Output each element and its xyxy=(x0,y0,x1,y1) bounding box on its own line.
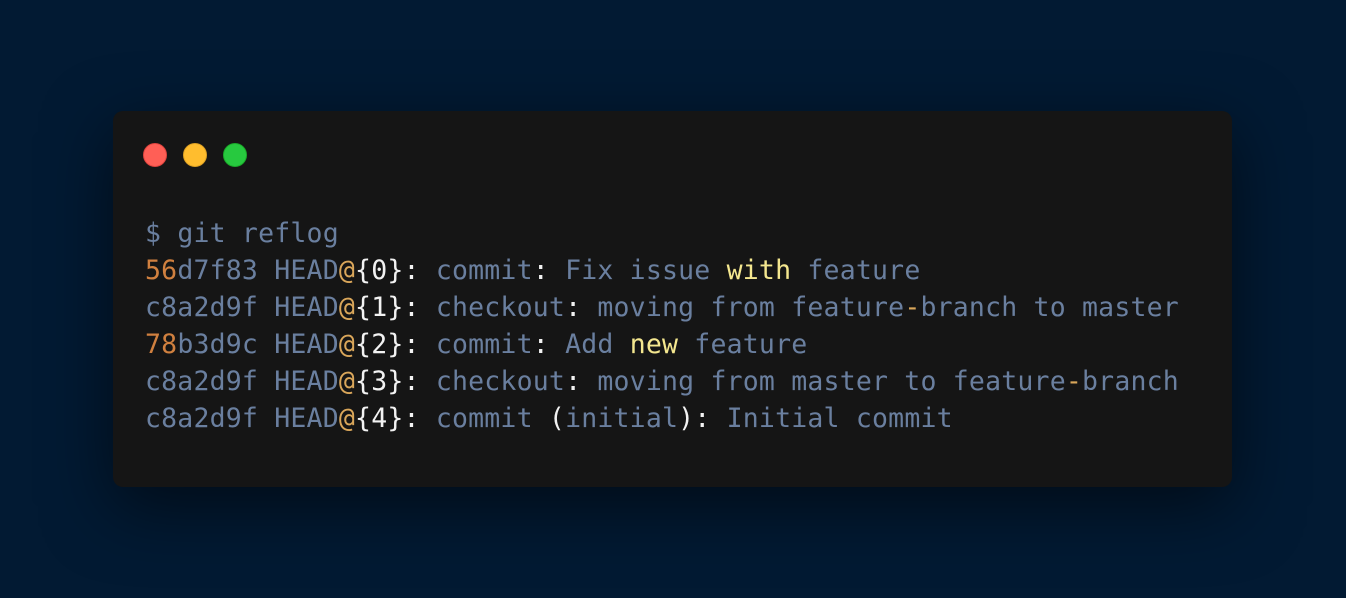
terminal-output: $ git reflog 56d7f83 HEAD@{0}: commit: Fi… xyxy=(145,215,1179,437)
message-keyword: new xyxy=(629,329,679,360)
message-part: Add xyxy=(565,329,630,360)
ref-index-value: 0 xyxy=(371,255,388,286)
action: commit xyxy=(435,329,533,360)
message-part: branch xyxy=(1082,366,1179,397)
reflog-entry: 78b3d9c HEAD@{2}: commit: Add new featur… xyxy=(145,326,1179,363)
ref-index-value: 2 xyxy=(371,329,388,360)
ref-index: {1}: xyxy=(355,292,420,323)
ref-index: {0}: xyxy=(355,255,420,286)
window-controls xyxy=(143,143,247,167)
ref-name: HEAD xyxy=(274,255,339,286)
colon: : xyxy=(565,292,582,323)
action: checkout xyxy=(435,366,566,397)
ref-index: {2}: xyxy=(355,329,420,360)
hash-prefix: 56 xyxy=(145,255,178,286)
message-part: feature xyxy=(678,329,808,360)
message-part: Fix issue xyxy=(565,255,727,286)
hash-prefix: 78 xyxy=(145,329,178,360)
command-text: git reflog xyxy=(177,218,339,249)
message-part: branch to master xyxy=(920,292,1179,323)
message-part: feature xyxy=(791,255,921,286)
maximize-button[interactable] xyxy=(223,143,247,167)
paren-open: ( xyxy=(548,403,566,434)
hash-rest: c8a2d9f xyxy=(145,403,259,434)
colon: : xyxy=(532,329,549,360)
prompt-symbol: $ xyxy=(145,218,162,249)
reflog-entry: c8a2d9f HEAD@{4}: commit (initial): Init… xyxy=(145,400,1179,437)
ref-name: HEAD xyxy=(274,292,339,323)
message-keyword: with xyxy=(726,255,792,286)
message-dash: - xyxy=(1065,366,1083,397)
ref-index-value: 1 xyxy=(371,292,388,323)
ref-name: HEAD xyxy=(274,403,339,434)
reflog-entry: c8a2d9f HEAD@{1}: checkout: moving from … xyxy=(145,289,1179,326)
reflog-entry: c8a2d9f HEAD@{3}: checkout: moving from … xyxy=(145,363,1179,400)
command-line: $ git reflog xyxy=(145,215,1179,252)
at-symbol: @ xyxy=(338,255,356,286)
action: commit xyxy=(435,255,533,286)
ref-index: {4}: xyxy=(355,403,420,434)
at-symbol: @ xyxy=(338,366,356,397)
ref-name: HEAD xyxy=(274,329,339,360)
message-dash: - xyxy=(904,292,921,323)
message-part: moving from feature xyxy=(597,292,905,323)
paren-close: ): xyxy=(678,403,711,434)
ref-index-value: 4 xyxy=(371,403,388,434)
colon: : xyxy=(565,366,582,397)
colon: : xyxy=(532,255,549,286)
hash-rest: b3d9c xyxy=(177,329,259,360)
hash-rest: c8a2d9f xyxy=(145,366,259,397)
action: commit xyxy=(435,403,533,434)
at-symbol: @ xyxy=(338,292,356,323)
action: checkout xyxy=(435,292,566,323)
at-symbol: @ xyxy=(338,403,356,434)
minimize-button[interactable] xyxy=(183,143,207,167)
ref-index: {3}: xyxy=(355,366,420,397)
action-qualifier: initial xyxy=(565,403,679,434)
reflog-entry: 56d7f83 HEAD@{0}: commit: Fix issue with… xyxy=(145,252,1179,289)
ref-index-value: 3 xyxy=(371,366,388,397)
message-part: moving from master to feature xyxy=(597,366,1066,397)
ref-name: HEAD xyxy=(274,366,339,397)
message-part: Initial commit xyxy=(726,403,953,434)
hash-rest: c8a2d9f xyxy=(145,292,259,323)
at-symbol: @ xyxy=(338,329,356,360)
hash-rest: d7f83 xyxy=(177,255,259,286)
terminal-window: $ git reflog 56d7f83 HEAD@{0}: commit: Fi… xyxy=(113,111,1232,487)
close-button[interactable] xyxy=(143,143,167,167)
